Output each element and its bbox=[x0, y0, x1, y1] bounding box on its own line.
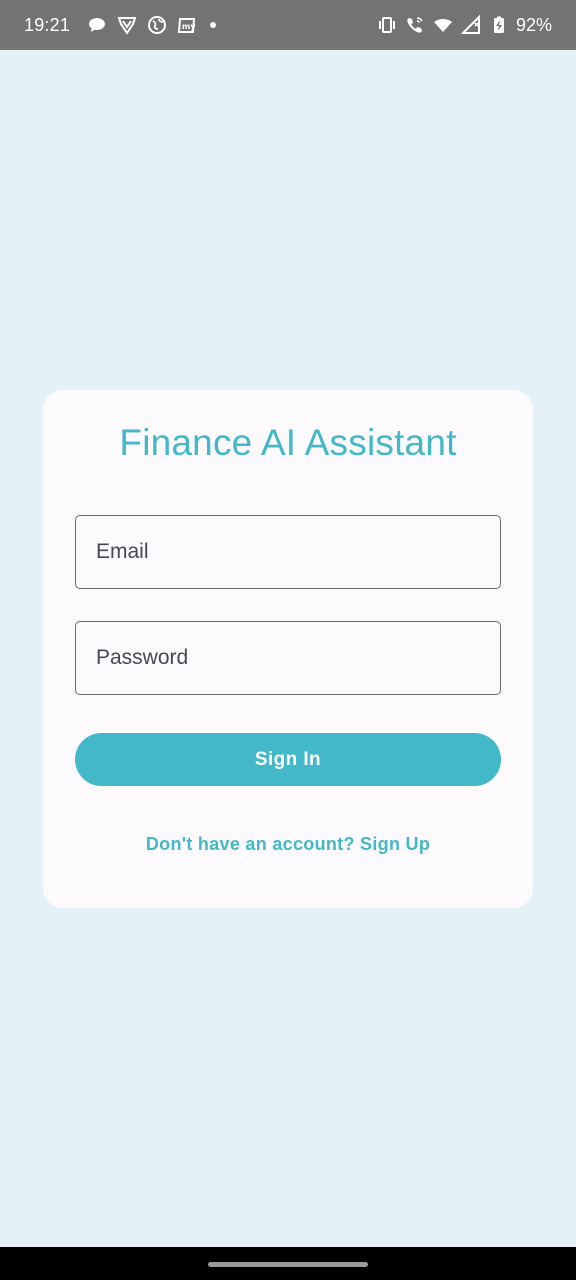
vibrate-icon bbox=[376, 14, 398, 36]
svg-text:my: my bbox=[182, 22, 196, 31]
wifi-call-icon bbox=[404, 14, 426, 36]
battery-percent: 92% bbox=[515, 14, 552, 35]
navigation-bar bbox=[0, 1247, 576, 1280]
password-input[interactable] bbox=[96, 646, 500, 670]
shield-v-icon bbox=[116, 14, 138, 36]
status-bar: 19:21 my 92% bbox=[0, 0, 576, 50]
status-left: 19:21 my bbox=[24, 14, 217, 36]
email-input[interactable] bbox=[96, 540, 500, 564]
home-gesture-handle[interactable] bbox=[208, 1262, 368, 1267]
wifi-icon bbox=[432, 14, 454, 36]
dot-icon bbox=[210, 22, 217, 28]
status-right: 92% bbox=[374, 14, 552, 36]
signal-icon bbox=[460, 14, 482, 36]
status-time: 19:21 bbox=[24, 14, 71, 35]
sign-in-button[interactable]: Sign In bbox=[75, 733, 501, 786]
email-field[interactable] bbox=[75, 515, 501, 589]
sign-up-link[interactable]: Don't have an account? Sign Up bbox=[0, 834, 576, 855]
password-field[interactable] bbox=[75, 621, 501, 695]
battery-charging-icon bbox=[488, 14, 510, 36]
globe-icon bbox=[146, 14, 168, 36]
chat-bubble-icon bbox=[86, 14, 108, 36]
page-title: Finance AI Assistant bbox=[119, 422, 457, 463]
app-my-icon: my bbox=[176, 14, 198, 36]
